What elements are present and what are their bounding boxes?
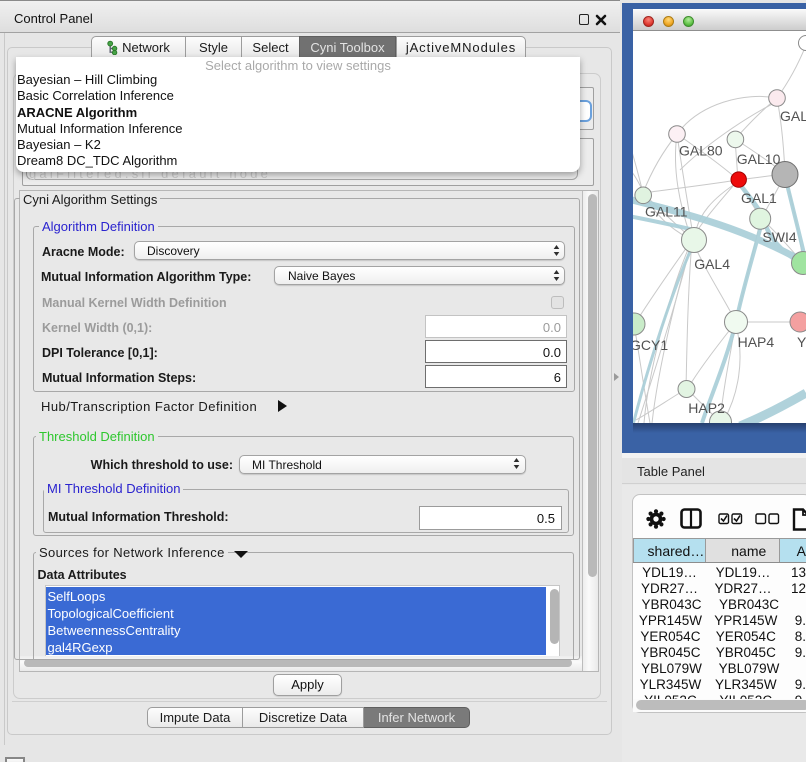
svg-text:HAP4: HAP4 <box>738 334 775 350</box>
svg-text:GCY1: GCY1 <box>633 337 668 353</box>
svg-text:Y: Y <box>797 334 806 350</box>
svg-text:GAL80: GAL80 <box>679 143 723 159</box>
svg-text:GAL10: GAL10 <box>737 151 781 167</box>
svg-text:GAL4: GAL4 <box>694 256 730 272</box>
svg-text:HAP2: HAP2 <box>688 400 725 416</box>
svg-text:SWI4: SWI4 <box>762 229 796 245</box>
svg-text:GAL11: GAL11 <box>645 204 688 220</box>
svg-text:GAL1: GAL1 <box>741 190 777 206</box>
svg-text:GAL2: GAL2 <box>780 108 806 124</box>
